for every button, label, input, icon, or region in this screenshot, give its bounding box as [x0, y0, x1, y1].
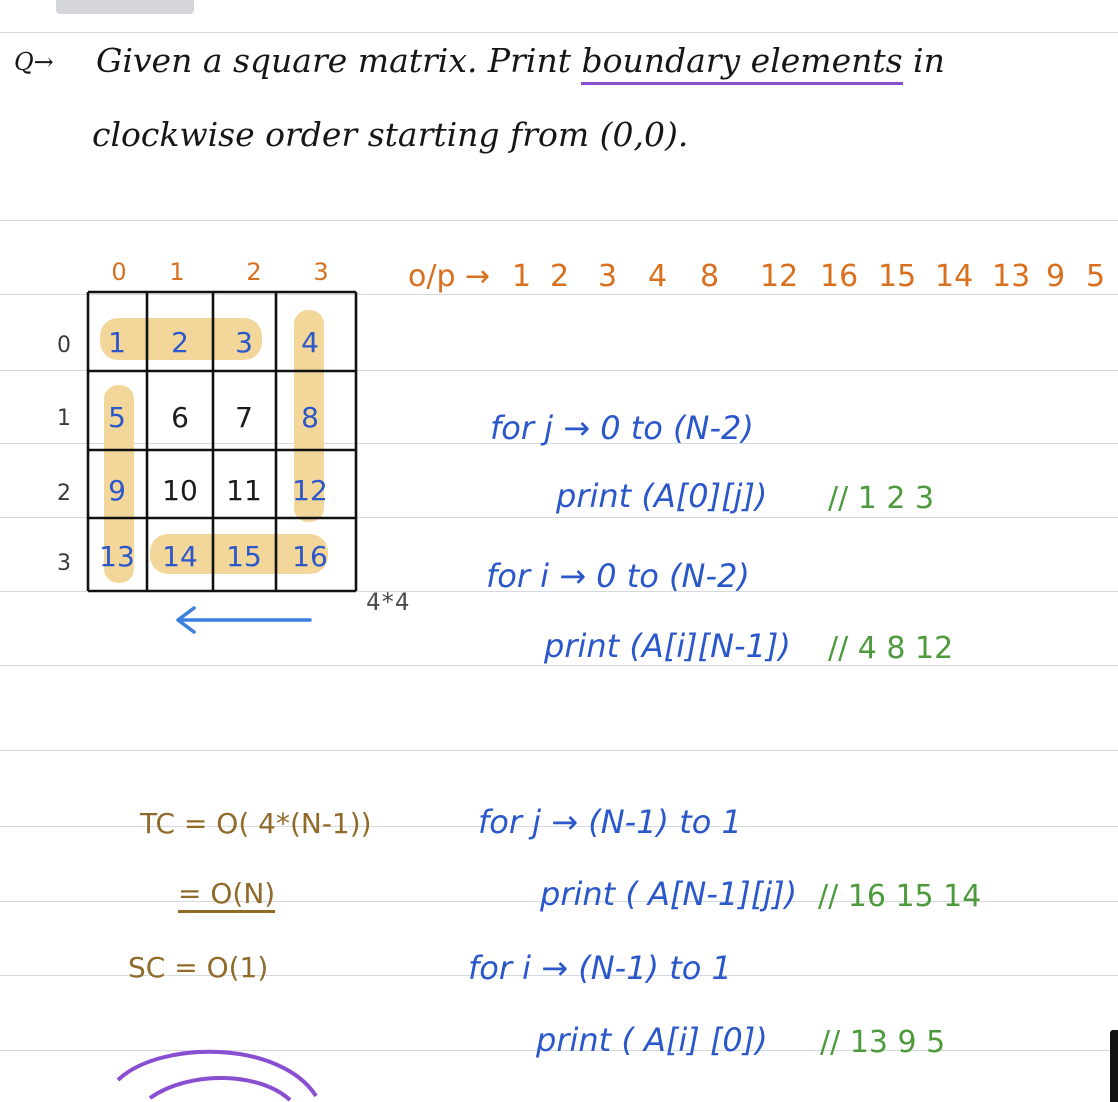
output-value: 15: [878, 259, 917, 294]
loop-3-body: print ( A[N-1][j]): [540, 875, 798, 913]
notes-page: Q→ Given a square matrix. Print boundary…: [0, 0, 1118, 1102]
matrix-cell-value: 1: [108, 326, 126, 359]
matrix-cell-value: 10: [162, 474, 198, 507]
matrix-cell-value: 9: [108, 474, 126, 507]
output-value: 9: [1046, 259, 1066, 294]
row-index: 0: [57, 333, 71, 358]
column-index: 0: [111, 258, 126, 286]
output-value: 2: [550, 259, 570, 294]
matrix-cell-value: 5: [108, 401, 126, 434]
matrix-size-label: 4*4: [366, 588, 410, 616]
matrix-cell-value: 6: [171, 401, 189, 434]
output-value: 4: [648, 259, 668, 294]
space-complexity: SC = O(1): [128, 951, 269, 984]
time-complexity-result: = O(N): [178, 880, 276, 913]
loop-1-body: print (A[0][j]): [556, 477, 768, 515]
matrix-cell-value: 11: [226, 474, 262, 507]
column-index: 1: [169, 258, 184, 286]
output-label: o/p →: [408, 259, 491, 294]
output-value: 1: [512, 259, 532, 294]
loop-1-comment: // 1 2 3: [828, 481, 935, 516]
matrix-cell-value: 8: [301, 401, 319, 434]
column-index: 3: [313, 258, 328, 286]
purple-sketch: [116, 1049, 318, 1102]
row-index: 2: [57, 481, 71, 506]
matrix-cell-value: 2: [171, 326, 189, 359]
matrix-cell-value: 3: [235, 326, 253, 359]
time-complexity: TC = O( 4*(N-1)): [140, 807, 372, 840]
purple-curve: [116, 1049, 318, 1098]
loop-3-header: for j → (N-1) to 1: [478, 803, 742, 841]
row-index: 3: [57, 551, 71, 576]
matrix-cell-value: 15: [226, 540, 262, 573]
output-value: 8: [700, 259, 720, 294]
matrix-cell-value: 12: [292, 474, 328, 507]
matrix-cell-value: 16: [292, 540, 328, 573]
loop-4-body: print ( A[i] [0]): [536, 1021, 768, 1059]
loop-2-header: for i → 0 to (N-2): [486, 557, 750, 595]
loop-2-body: print (A[i][N-1]): [544, 627, 791, 665]
loop-4-header: for i → (N-1) to 1: [468, 949, 732, 987]
matrix-cell-value: 7: [235, 401, 253, 434]
matrix-cell-value: 13: [99, 540, 135, 573]
left-arrow-icon: [176, 606, 312, 634]
output-value: 12: [760, 259, 799, 294]
purple-curve: [148, 1076, 292, 1102]
output-value: 5: [1086, 259, 1106, 294]
loop-3-comment: // 16 15 14: [818, 879, 982, 914]
output-value: 14: [935, 259, 974, 294]
output-value: 16: [820, 259, 859, 294]
loop-4-comment: // 13 9 5: [820, 1025, 946, 1060]
output-value: 13: [992, 259, 1031, 294]
matrix-figure: 0 1 2 301231 2 3 45 6 7 89 10 11 1213 14 15 16: [57, 258, 358, 1102]
matrix-cell-value: 4: [301, 326, 319, 359]
loop-1-header: for j → 0 to (N-2): [490, 409, 754, 447]
matrix-cell-value: 14: [162, 540, 198, 573]
loop-2-comment: // 4 8 12: [828, 631, 954, 666]
column-index: 2: [246, 258, 261, 286]
row-index: 1: [57, 406, 71, 431]
output-value: 3: [598, 259, 618, 294]
matrix-numbers: 0 1 2 301231 2 3 45 6 7 89 10 11 1213 14 15 16: [57, 258, 329, 576]
